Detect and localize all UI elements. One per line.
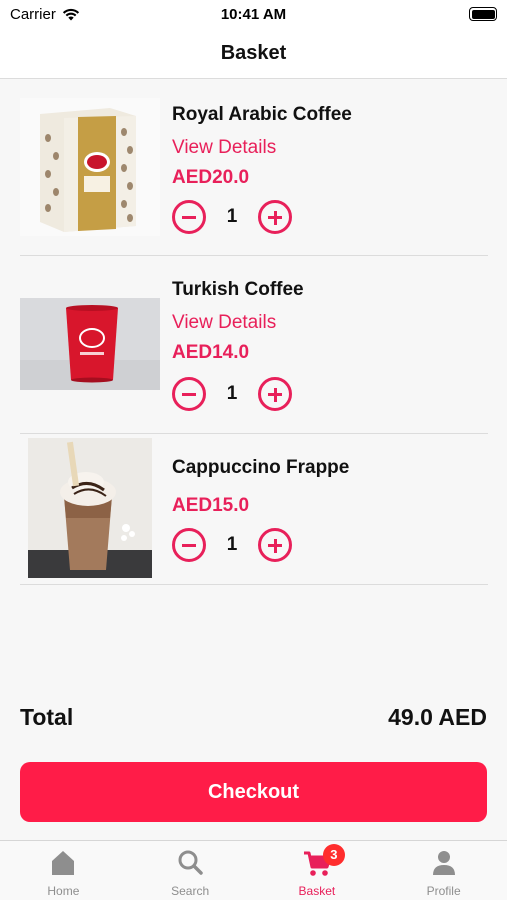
tab-profile[interactable]: Profile <box>380 841 507 900</box>
person-icon <box>432 851 455 875</box>
product-image <box>20 98 160 236</box>
battery-icon <box>469 7 497 21</box>
item-price: AED15.0 <box>172 495 250 516</box>
checkout-button[interactable]: Checkout <box>20 762 487 822</box>
item-name: Royal Arabic Coffee <box>172 104 352 125</box>
increase-quantity-button[interactable] <box>258 200 292 234</box>
quantity-stepper: 1 <box>172 377 302 411</box>
decrease-quantity-button[interactable] <box>172 528 206 562</box>
cart-badge: 3 <box>322 844 345 866</box>
quantity-stepper: 1 <box>172 528 302 562</box>
tab-basket[interactable]: 3 Basket <box>254 841 381 900</box>
view-details-link[interactable]: View Details <box>172 137 276 159</box>
tab-search[interactable]: Search <box>127 841 254 900</box>
total-label: Total <box>20 704 74 730</box>
tab-label: Home <box>47 884 80 898</box>
quantity-value: 1 <box>226 534 238 555</box>
product-image <box>20 298 160 390</box>
tab-bar: Home Search 3 Basket Profile <box>0 840 507 900</box>
status-time: 10:41 AM <box>220 6 287 23</box>
page-title: Basket <box>220 42 287 64</box>
basket-item: Royal Arabic Coffee View Details AED20.0… <box>20 95 488 256</box>
view-details-link[interactable]: View Details <box>172 312 276 334</box>
basket-screen: Carrier 10:41 AM Basket Royal Arabic Cof… <box>0 0 507 900</box>
tab-label: Profile <box>426 884 461 898</box>
navigation-bar: Basket <box>0 30 507 79</box>
increase-quantity-button[interactable] <box>258 528 292 562</box>
increase-quantity-button[interactable] <box>258 377 292 411</box>
tab-label: Basket <box>298 884 336 898</box>
tab-label: Search <box>171 884 210 898</box>
basket-item: Cappuccino Frappe AED15.0 1 <box>20 434 488 585</box>
total-amount: 49.0 AED <box>388 704 487 730</box>
quantity-value: 1 <box>226 206 238 227</box>
decrease-quantity-button[interactable] <box>172 200 206 234</box>
status-bar: Carrier 10:41 AM <box>0 0 507 30</box>
item-price: AED14.0 <box>172 342 250 363</box>
search-icon <box>178 850 203 875</box>
quantity-value: 1 <box>226 383 238 404</box>
home-icon <box>52 851 75 875</box>
decrease-quantity-button[interactable] <box>172 377 206 411</box>
quantity-stepper: 1 <box>172 200 302 234</box>
tab-home[interactable]: Home <box>0 841 127 900</box>
item-name: Cappuccino Frappe <box>172 457 350 478</box>
product-image <box>28 438 152 578</box>
item-name: Turkish Coffee <box>172 279 304 300</box>
item-price: AED20.0 <box>172 167 250 188</box>
basket-item: Turkish Coffee View Details AED14.0 1 <box>20 256 488 434</box>
